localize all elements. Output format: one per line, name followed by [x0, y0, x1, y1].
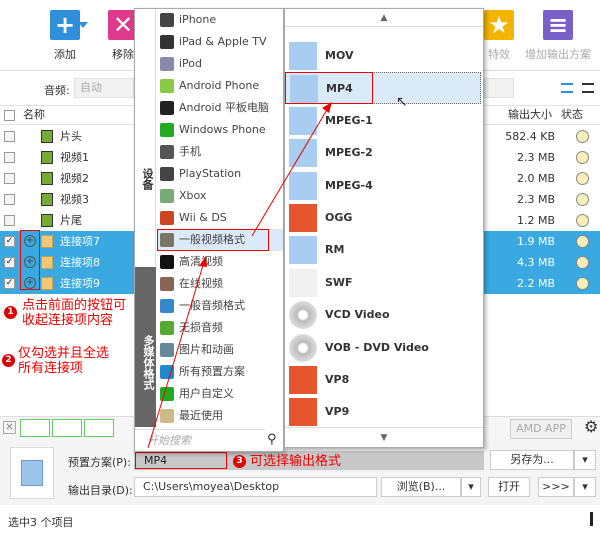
arrow-to-mp4	[251, 107, 329, 237]
arrow-to-category	[147, 261, 205, 449]
arrowhead	[199, 256, 207, 267]
annotation-arrows	[147, 102, 332, 449]
arrowhead	[322, 102, 332, 113]
